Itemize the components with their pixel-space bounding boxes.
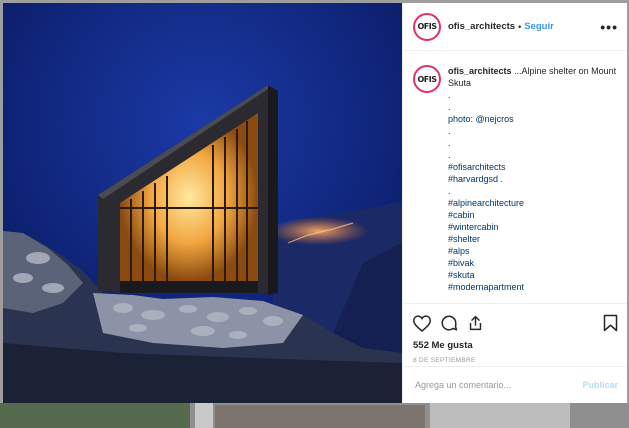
caption-line: . — [448, 138, 451, 148]
share-icon[interactable] — [467, 314, 484, 332]
avatar[interactable]: OFIS — [413, 12, 441, 41]
background-page-strip — [0, 403, 629, 428]
hashtag-link[interactable]: #alps — [448, 245, 618, 257]
caption-line: . — [448, 126, 451, 136]
post-date: 8 DE SEPTIEMBRE — [413, 357, 476, 364]
likes-count[interactable]: 552 Me gusta — [413, 340, 618, 351]
post-actions: 552 Me gusta 8 DE SEPTIEMBRE — [403, 303, 627, 364]
background-thumbnail — [215, 405, 425, 428]
hashtag-link[interactable]: #bivak — [448, 257, 618, 269]
follow-button[interactable]: Seguir — [524, 21, 554, 32]
avatar-logo-text: OFIS — [417, 22, 437, 31]
caption-text: ofis_architects ...Alpine shelter on Mou… — [448, 65, 618, 293]
caption-avatar[interactable]: OFIS — [413, 65, 441, 93]
instagram-post-modal: OFIS ofis_architects • Seguir ••• OFIS o… — [3, 3, 627, 403]
heart-icon[interactable] — [413, 314, 431, 332]
hashtag-link[interactable]: #modernapartment — [448, 281, 618, 293]
action-icons — [413, 312, 618, 334]
publish-button[interactable]: Publicar — [582, 380, 618, 390]
background-thumbnail — [0, 403, 190, 428]
caption-row: OFIS ofis_architects ...Alpine shelter o… — [413, 65, 618, 293]
caption-username[interactable]: ofis_architects — [448, 66, 512, 76]
hashtag-link[interactable]: #alpinearchitecture — [448, 197, 618, 209]
caption-line: . — [448, 102, 451, 112]
hashtag-link[interactable]: #ofisarchitects — [448, 161, 618, 173]
background-thumbnail — [430, 403, 570, 428]
hashtag-link[interactable]: #skuta — [448, 269, 618, 281]
comment-bar: Publicar — [403, 366, 627, 403]
hashtag-link[interactable]: #shelter — [448, 233, 618, 245]
header-username[interactable]: ofis_architects — [448, 21, 515, 32]
caption-line: . — [448, 90, 451, 100]
bookmark-icon[interactable] — [603, 314, 618, 332]
post-header: OFIS ofis_architects • Seguir ••• — [403, 3, 627, 51]
header-separator: • — [518, 21, 522, 32]
alpine-shelter-photo — [3, 3, 402, 403]
hashtag-link[interactable]: #cabin — [448, 209, 618, 221]
comment-icon[interactable] — [440, 314, 458, 332]
more-options-icon[interactable]: ••• — [600, 19, 618, 35]
background-thumbnail — [195, 403, 213, 428]
post-side-panel: OFIS ofis_architects • Seguir ••• OFIS o… — [402, 3, 627, 403]
caption-line: . — [448, 150, 451, 160]
hashtag-link[interactable]: #harvardgsd . — [448, 173, 618, 185]
caption-photo-credit[interactable]: photo: @nejcros — [448, 113, 618, 125]
caption-line: . — [448, 186, 451, 196]
post-photo[interactable] — [3, 3, 402, 403]
hashtag-link[interactable]: #wintercabin — [448, 221, 618, 233]
comment-input[interactable] — [413, 379, 583, 391]
caption-avatar-logo-text: OFIS — [417, 74, 437, 84]
caption-area[interactable]: OFIS ofis_architects ...Alpine shelter o… — [413, 65, 618, 303]
